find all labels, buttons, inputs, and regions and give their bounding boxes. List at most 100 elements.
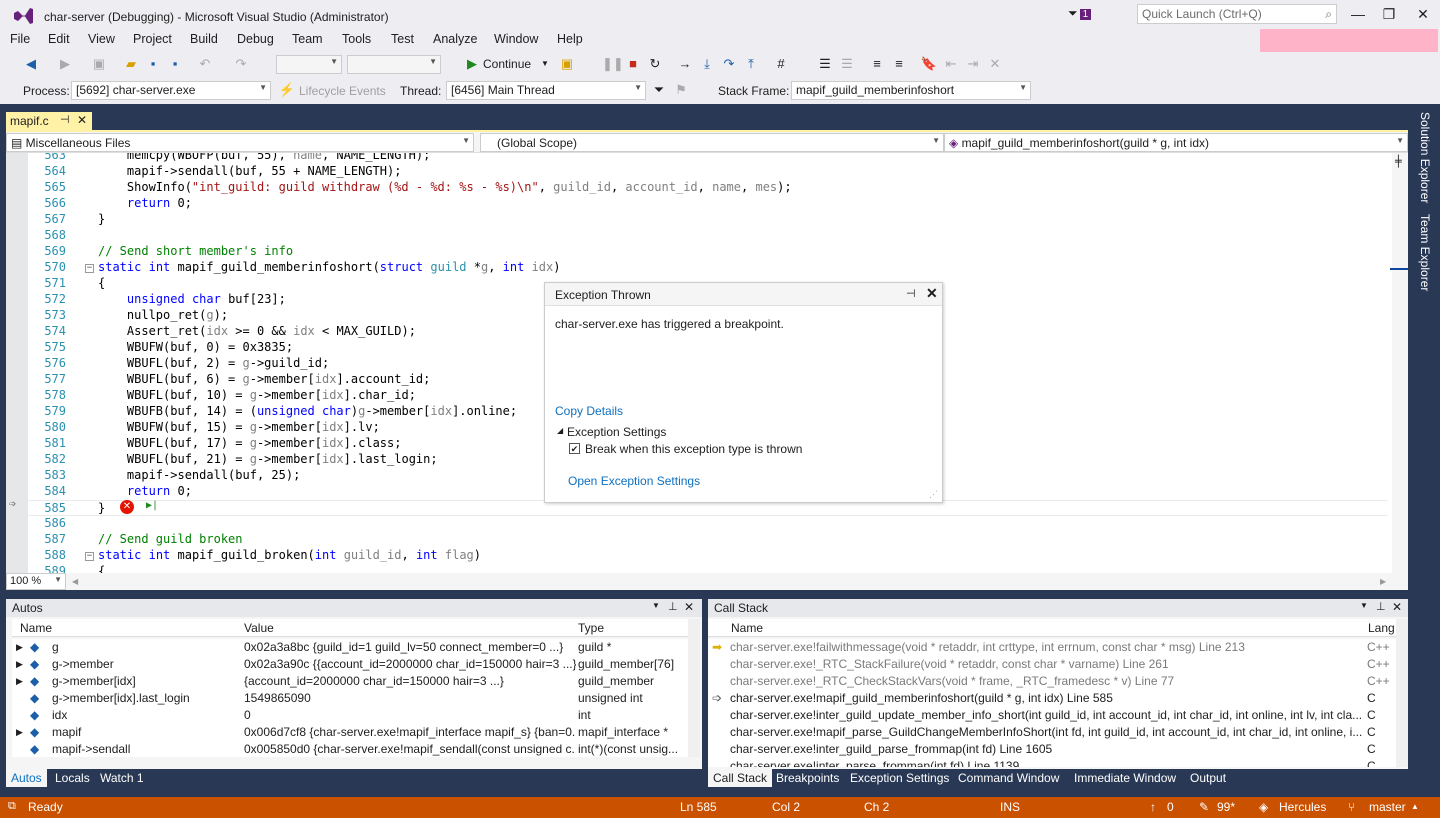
- callstack-scrollbar[interactable]: [1396, 619, 1408, 767]
- new-project-icon[interactable]: ▣: [90, 55, 108, 73]
- stack-frame-combo[interactable]: mapif_guild_memberinfoshort ▼: [791, 81, 1031, 100]
- callstack-row[interactable]: char-server.exe!mapif_parse_GuildChangeM…: [708, 724, 1396, 741]
- next-bookmark-icon[interactable]: ⇥: [964, 55, 982, 73]
- tab-output[interactable]: Output: [1185, 769, 1231, 787]
- pencil-icon[interactable]: ✎: [1199, 800, 1209, 814]
- tab-immediate-window[interactable]: Immediate Window: [1069, 769, 1181, 787]
- menu-tools[interactable]: Tools: [342, 32, 371, 46]
- autos-value[interactable]: 0: [244, 708, 576, 722]
- continue-dropdown-icon[interactable]: ▼: [536, 55, 554, 73]
- tab-call-stack[interactable]: Call Stack: [708, 769, 773, 787]
- step-into-icon[interactable]: ⤓: [698, 55, 716, 73]
- branch-name[interactable]: master: [1369, 800, 1406, 814]
- split-icon[interactable]: ╪: [1395, 155, 1402, 168]
- autos-value[interactable]: 0x02a3a90c {{account_id=2000000 char_id=…: [244, 657, 576, 671]
- callstack-row[interactable]: char-server.exe!_RTC_CheckStackVars(void…: [708, 673, 1396, 690]
- redo-icon[interactable]: ↷: [232, 55, 250, 73]
- expand-icon[interactable]: ▶: [16, 642, 23, 653]
- close-icon[interactable]: ✕: [684, 600, 694, 614]
- pin-icon[interactable]: ⊥: [1376, 600, 1386, 613]
- process-combo[interactable]: [5692] char-server.exe ▼: [71, 81, 271, 100]
- autos-row[interactable]: ▶ ◆ g 0x02a3a8bc {guild_id=1 guild_lv=50 co…: [12, 639, 688, 656]
- collapse-toggle-icon[interactable]: −: [85, 552, 94, 561]
- clear-bookmarks-icon[interactable]: ✕: [986, 55, 1004, 73]
- dropdown-icon[interactable]: ▼: [652, 601, 660, 610]
- autos-value[interactable]: 0x006d7cf8 {char-server.exe!mapif_interf…: [244, 725, 576, 739]
- thread-combo[interactable]: [6456] Main Thread ▼: [446, 81, 646, 100]
- menu-project[interactable]: Project: [133, 32, 172, 46]
- callstack-row[interactable]: char-server.exe!inter_parse_frommap(int …: [708, 758, 1396, 767]
- pending-changes-count[interactable]: 99*: [1217, 800, 1235, 814]
- collapse-triangle-icon[interactable]: ◢: [557, 426, 563, 435]
- branch-icon[interactable]: ⑂: [1348, 800, 1355, 814]
- hex-display-icon[interactable]: #: [772, 55, 790, 73]
- callstack-row[interactable]: ➩ char-server.exe!mapif_guild_memberinfos…: [708, 690, 1396, 707]
- callstack-row[interactable]: char-server.exe!_RTC_StackFailure(void *…: [708, 656, 1396, 673]
- expand-icon[interactable]: ▶: [16, 659, 23, 670]
- expand-icon[interactable]: ▶: [16, 676, 23, 687]
- expand-icon[interactable]: ▶: [16, 727, 23, 738]
- close-tab-icon[interactable]: ✕: [77, 113, 87, 127]
- branch-dropdown-icon[interactable]: ▲: [1411, 802, 1419, 811]
- autos-row[interactable]: ◆ mapif->sendall 0x005850d0 {char-server.e…: [12, 741, 688, 758]
- save-all-icon[interactable]: ▪: [166, 55, 184, 73]
- continue-icon[interactable]: ▶: [463, 55, 481, 73]
- continue-button[interactable]: Continue: [483, 57, 531, 71]
- step-over-icon[interactable]: ↷: [720, 55, 738, 73]
- break-checkbox[interactable]: ✔: [569, 443, 580, 454]
- tab-exception-settings[interactable]: Exception Settings: [845, 769, 954, 787]
- callstack-row[interactable]: char-server.exe!inter_guild_update_membe…: [708, 707, 1396, 724]
- autos-row[interactable]: ▶ ◆ g->member 0x02a3a90c {{account_id=20000…: [12, 656, 688, 673]
- menu-analyze[interactable]: Analyze: [433, 32, 477, 46]
- autos-value[interactable]: {account_id=2000000 char_id=150000 hair=…: [244, 674, 576, 688]
- filter-threads-icon[interactable]: ☰: [838, 55, 856, 73]
- bookmark-icon[interactable]: 🔖: [920, 55, 938, 73]
- tab-breakpoints[interactable]: Breakpoints: [771, 769, 844, 787]
- menu-test[interactable]: Test: [391, 32, 414, 46]
- menu-view[interactable]: View: [88, 32, 115, 46]
- col-value[interactable]: Value: [244, 621, 274, 635]
- close-button[interactable]: ✕: [1411, 4, 1435, 24]
- dropdown-icon[interactable]: ▼: [1360, 601, 1368, 610]
- step-out-icon[interactable]: ⤒: [742, 55, 760, 73]
- tab-autos[interactable]: Autos: [6, 769, 47, 787]
- autos-row[interactable]: ◆ g->member[idx].last_login 1549865090 unsi…: [12, 690, 688, 707]
- repo-name[interactable]: Hercules: [1279, 800, 1326, 814]
- scope-combo[interactable]: (Global Scope) ▼: [480, 133, 944, 152]
- pin-icon[interactable]: ⊣: [60, 113, 70, 126]
- menu-edit[interactable]: Edit: [48, 32, 70, 46]
- col-name[interactable]: Name: [20, 621, 52, 635]
- uncomment-icon[interactable]: ≡: [890, 55, 908, 73]
- notifications-button[interactable]: ⏷ 1: [1068, 6, 1100, 24]
- publish-arrow-icon[interactable]: ↑: [1150, 800, 1156, 814]
- menu-build[interactable]: Build: [190, 32, 218, 46]
- copy-details-link[interactable]: Copy Details: [555, 404, 623, 418]
- prev-bookmark-icon[interactable]: ⇤: [942, 55, 960, 73]
- restart-icon[interactable]: ↻: [646, 55, 664, 73]
- scroll-left-icon[interactable]: ◀: [72, 577, 78, 586]
- autos-row[interactable]: ▶ ◆ mapif 0x006d7cf8 {char-server.exe!mapif…: [12, 724, 688, 741]
- flag-thread-icon[interactable]: ⚑: [672, 81, 690, 99]
- unpublished-count[interactable]: 0: [1167, 800, 1174, 814]
- save-icon[interactable]: ▪: [144, 55, 162, 73]
- autos-value[interactable]: 0x005850d0 {char-server.exe!mapif_sendal…: [244, 742, 576, 756]
- show-threads-icon[interactable]: ☰: [816, 55, 834, 73]
- show-next-statement-icon[interactable]: →: [676, 55, 694, 73]
- pin-icon[interactable]: ⊣: [906, 287, 916, 300]
- forward-icon[interactable]: ▶: [56, 55, 74, 73]
- quick-launch-input[interactable]: Quick Launch (Ctrl+Q) ⌕: [1137, 4, 1337, 24]
- autos-row[interactable]: ◆ idx 0 int: [12, 707, 688, 724]
- menu-help[interactable]: Help: [557, 32, 583, 46]
- menu-team[interactable]: Team: [292, 32, 323, 46]
- error-icon[interactable]: ✕: [120, 500, 134, 514]
- tab-solution-explorer[interactable]: Solution Explorer: [1418, 112, 1432, 203]
- thread-filter-icon[interactable]: ⏷: [650, 81, 668, 99]
- tab-team-explorer[interactable]: Team Explorer: [1418, 214, 1432, 291]
- zoom-combo[interactable]: 100 % ▼: [6, 573, 66, 590]
- menu-window[interactable]: Window: [494, 32, 538, 46]
- restore-button[interactable]: ❐: [1377, 4, 1401, 24]
- project-combo[interactable]: ▤ Miscellaneous Files ▼: [6, 133, 474, 152]
- resize-grip-icon[interactable]: ⋰: [929, 489, 938, 500]
- stop-debugging-icon[interactable]: ■: [624, 55, 642, 73]
- lifecycle-events-button[interactable]: Lifecycle Events: [299, 84, 386, 98]
